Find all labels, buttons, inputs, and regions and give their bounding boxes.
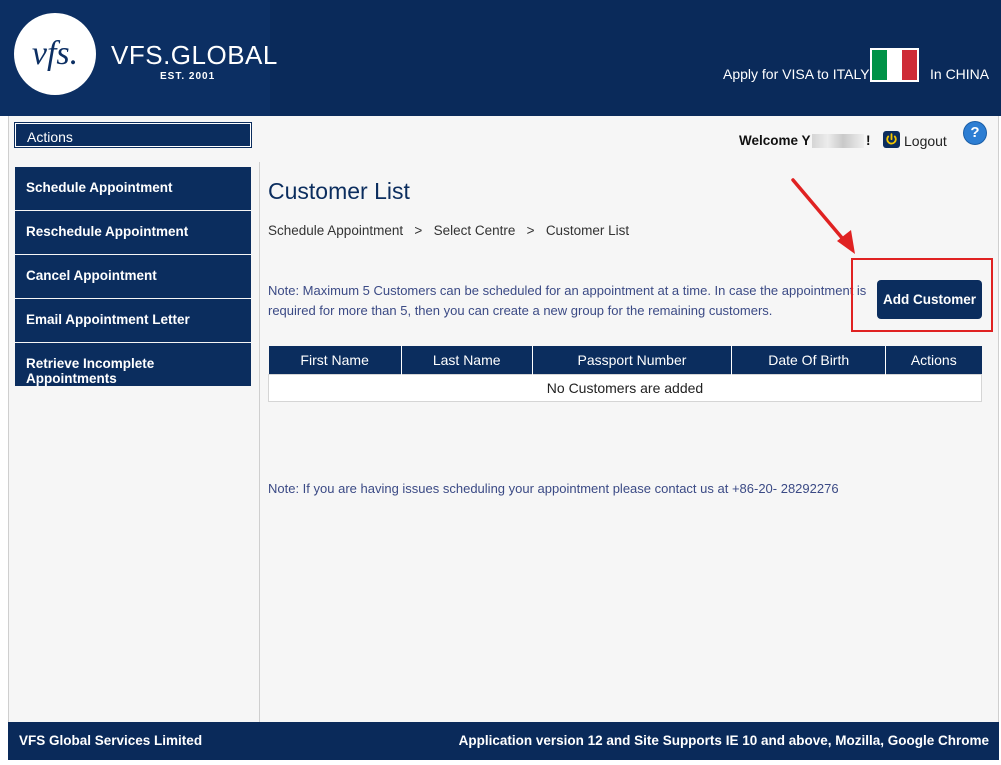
footer-version: Application version 12 and Site Supports… <box>458 733 989 748</box>
redacted-username <box>812 134 864 148</box>
italy-flag-icon <box>870 48 919 82</box>
site-footer: VFS Global Services Limited Application … <box>8 722 999 760</box>
empty-table-message: No Customers are added <box>268 373 982 402</box>
sidebar-item-retrieve-incomplete[interactable]: Retrieve Incomplete Appointments <box>15 343 251 386</box>
power-icon[interactable] <box>883 131 900 148</box>
page-title: Customer List <box>268 178 410 204</box>
logout-link[interactable]: Logout <box>904 133 947 149</box>
breadcrumb-separator: > <box>526 223 535 238</box>
sidebar-heading: Actions <box>14 122 252 148</box>
table-header-row: First Name Last Name Passport Number Dat… <box>268 346 982 374</box>
footer-company: VFS Global Services Limited <box>19 733 203 748</box>
annotation-arrow-icon <box>791 178 855 254</box>
sidebar-divider <box>259 162 260 722</box>
site-header: vfs. VFS.GLOBAL EST. 2001 Apply for VISA… <box>0 0 1001 116</box>
logo-wordmark: VFS.GLOBAL <box>111 40 278 70</box>
breadcrumb-item-current: Customer List <box>545 223 630 238</box>
logo-est: EST. 2001 <box>160 71 216 82</box>
country-text: In CHINA <box>930 66 990 82</box>
sidebar-item-email-appointment-letter[interactable]: Email Appointment Letter <box>15 299 251 342</box>
sidebar-item-cancel-appointment[interactable]: Cancel Appointment <box>15 255 251 298</box>
customer-table: First Name Last Name Passport Number Dat… <box>268 346 982 402</box>
apply-visa-text: Apply for VISA to ITALY <box>723 66 870 82</box>
breadcrumb: Schedule Appointment > Select Centre > C… <box>268 223 629 238</box>
breadcrumb-item[interactable]: Schedule Appointment <box>268 223 403 238</box>
welcome-text: Welcome Y <box>739 133 811 148</box>
column-header-date-of-birth: Date Of Birth <box>731 346 886 374</box>
table-row: No Customers are added <box>268 373 982 402</box>
add-customer-button[interactable]: Add Customer <box>877 280 982 319</box>
vfs-monogram-icon: vfs. <box>14 13 96 95</box>
customer-limit-note: Note: Maximum 5 Customers can be schedul… <box>268 283 867 318</box>
column-header-last-name: Last Name <box>400 346 533 374</box>
vfs-logo[interactable]: vfs. VFS.GLOBAL EST. 2001 <box>0 0 277 116</box>
help-icon[interactable]: ? <box>964 122 986 144</box>
column-header-passport-number: Passport Number <box>531 346 732 374</box>
welcome-suffix: ! <box>866 133 871 148</box>
sidebar-item-schedule-appointment[interactable]: Schedule Appointment <box>15 167 251 210</box>
sidebar-item-reschedule-appointment[interactable]: Reschedule Appointment <box>15 211 251 254</box>
contact-note: Note: If you are having issues schedulin… <box>268 481 839 496</box>
breadcrumb-item[interactable]: Select Centre <box>434 223 516 238</box>
column-header-actions: Actions <box>885 346 982 374</box>
column-header-first-name: First Name <box>268 346 402 374</box>
